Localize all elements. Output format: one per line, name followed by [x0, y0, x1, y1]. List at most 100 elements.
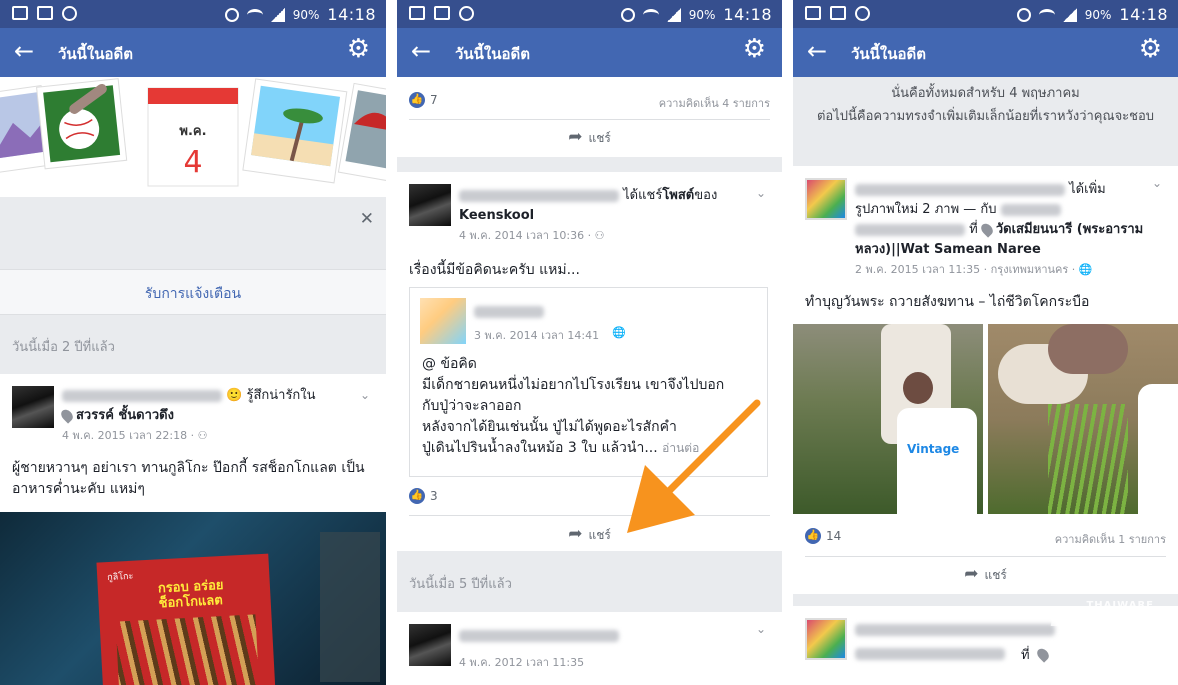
watermark-logo: THAIWARE Tips	[1024, 590, 1164, 680]
comment-count[interactable]: ความคิดเห็น 1 รายการ	[1055, 530, 1166, 548]
post-photo-1[interactable]: Vintage	[793, 324, 983, 514]
app-header: ← วันนี้ในอดีต ⚙	[793, 28, 1178, 77]
sync-icon	[62, 6, 77, 21]
chevron-down-icon[interactable]: ⌄	[756, 186, 766, 200]
status-bar: 90% 14:18	[793, 0, 1178, 28]
memories-banner: พ.ค. 4	[0, 77, 386, 197]
pocky-sticks	[115, 614, 260, 685]
chevron-down-icon[interactable]: ⌄	[1152, 176, 1162, 190]
status-bar: 90% 14:18	[397, 0, 782, 28]
signal-icon	[1062, 7, 1077, 22]
settings-gear-icon[interactable]: ⚙	[1139, 34, 1162, 64]
watermark-text: Tips	[1048, 610, 1156, 664]
like-icon: 👍	[409, 488, 425, 504]
snack-box: กูลิโกะ กรอบ อร่อยช็อกโกแลต	[96, 553, 276, 685]
author-name-blurred[interactable]	[459, 189, 619, 202]
tagged-name-blurred[interactable]	[855, 223, 965, 236]
post-timestamp[interactable]: 2 พ.ค. 2015 เวลา 11:35 · กรุงเทพมหานคร ·	[855, 263, 1075, 276]
section-header-5-years: วันนี้เมื่อ 5 ปีที่แล้ว	[409, 577, 512, 592]
post-photo-2[interactable]	[988, 324, 1178, 514]
chevron-down-icon[interactable]: ⌄	[360, 388, 370, 402]
image-icon	[805, 6, 821, 20]
divider	[409, 119, 770, 120]
share-button[interactable]: ➦ แชร์	[397, 127, 782, 148]
app-header: ← วันนี้ในอดีต ⚙	[397, 28, 782, 77]
share-label: แชร์	[984, 568, 1007, 582]
like-count[interactable]: 3	[430, 489, 438, 503]
post-timestamp[interactable]: 4 พ.ค. 2014 เวลา 10:36	[459, 229, 584, 242]
cow-head-2	[1048, 324, 1128, 374]
like-count[interactable]: 14	[826, 529, 841, 543]
shared-of: ของ	[694, 188, 718, 203]
page-title: วันนี้ในอดีต	[455, 45, 530, 63]
end-message-line2: ต่อไปนี้คือความทรงจำเพิ่มเติมเล็กน้อยที่…	[816, 109, 1155, 124]
avatar[interactable]	[12, 386, 54, 428]
signal-icon	[270, 7, 285, 22]
chevron-down-icon[interactable]: ⌄	[756, 622, 766, 636]
globe-icon: 🌐	[1075, 263, 1093, 276]
section-header-2-years: วันนี้เมื่อ 2 ปีที่แล้ว	[12, 340, 115, 355]
share-label: แชร์	[588, 131, 611, 145]
image-icon	[409, 6, 425, 20]
shirt-text: Vintage	[907, 442, 960, 456]
notify-row: รับการแจ้งเตือน	[0, 269, 386, 315]
avatar[interactable]	[805, 178, 847, 220]
back-icon[interactable]: ←	[14, 36, 34, 66]
place-link[interactable]: สวรรค์ ชั้นดาวดึง	[76, 408, 174, 423]
status-bar: 90% 14:18	[0, 0, 386, 28]
wifi-icon	[642, 8, 659, 21]
close-icon[interactable]: ✕	[360, 209, 374, 229]
post-text: ผู้ชายหวานๆ อย่าเรา ทานกูลิโกะ ป๊อกกี้ ร…	[12, 460, 365, 497]
share-arrow-icon: ➦	[568, 524, 583, 544]
battery-level: 90%	[688, 7, 716, 22]
post-timestamp[interactable]: 4 พ.ค. 2015 เวลา 22:18	[62, 429, 187, 442]
calendar-day: 4	[183, 145, 202, 180]
post-header: ได้เพิ่ม รูปภาพใหม่ 2 ภาพ — กับ ที่ วัดเ…	[855, 180, 1151, 280]
battery-level: 90%	[1084, 7, 1112, 22]
page-name-blurred	[474, 306, 544, 318]
avatar[interactable]	[409, 624, 451, 666]
location-pin-icon	[978, 221, 995, 238]
friends-audience-icon: · ⚇	[187, 429, 208, 442]
clock: 14:18	[327, 5, 376, 24]
signal-icon	[666, 7, 681, 22]
author-name-blurred[interactable]	[459, 630, 619, 642]
tagged-name-blurred[interactable]	[1000, 203, 1061, 216]
sync-icon	[855, 6, 870, 21]
author-name-blurred[interactable]	[62, 389, 222, 402]
settings-gear-icon[interactable]: ⚙	[347, 34, 370, 64]
author-name-blurred[interactable]	[855, 183, 1065, 196]
back-icon[interactable]: ←	[411, 36, 431, 66]
sync-icon	[459, 6, 474, 21]
memory-post-card: ได้เพิ่ม รูปภาพใหม่ 2 ภาพ — กับ ที่ วัดเ…	[793, 166, 1178, 594]
avatar[interactable]	[409, 184, 451, 226]
shared-prefix: ได้แชร์	[623, 188, 663, 203]
get-notifications-link[interactable]: รับการแจ้งเตือน	[0, 283, 386, 305]
tagged-name-blurred[interactable]	[855, 648, 1005, 660]
post-timestamp[interactable]: 4 พ.ค. 2012 เวลา 11:35	[459, 653, 584, 671]
shared-post-link[interactable]: โพสต์	[662, 188, 694, 203]
page-link[interactable]: Keenskool	[459, 208, 534, 223]
pointer-arrow-annotation	[627, 399, 761, 533]
like-count[interactable]: 7	[430, 93, 438, 107]
mail-icon	[434, 6, 450, 20]
post-text: ทำบุญวันพระ ถวายสังฆทาน – ไถ่ชีวิตโคกระบ…	[805, 294, 1090, 310]
post-photo[interactable]: กูลิโกะ กรอบ อร่อยช็อกโกแลต	[0, 512, 386, 685]
box-title: กรอบ อร่อยช็อกโกแลต	[157, 577, 224, 612]
share-button[interactable]: ➦ แชร์	[793, 564, 1178, 585]
wifi-icon	[246, 8, 263, 21]
notification-prompt: ✕	[0, 197, 386, 269]
alarm-icon	[1016, 7, 1031, 22]
comment-count[interactable]: ความคิดเห็น 4 รายการ	[659, 94, 770, 112]
previous-post-footer: 👍 7 ความคิดเห็น 4 รายการ ➦ แชร์	[397, 77, 782, 157]
settings-gear-icon[interactable]: ⚙	[743, 34, 766, 64]
memory-post-card: 🙂 รู้สึกน่ารักใน สวรรค์ ชั้นดาวดึง 4 พ.ค…	[0, 374, 386, 685]
child-head	[903, 372, 933, 404]
calendar-month: พ.ค.	[179, 124, 206, 139]
share-arrow-icon: ➦	[964, 564, 979, 584]
avatar[interactable]	[805, 618, 847, 660]
feeling-emoji: 🙂	[226, 388, 243, 403]
box-brand: กูลิโกะ	[107, 571, 134, 584]
banner-illustration: พ.ค. 4	[0, 78, 386, 187]
back-icon[interactable]: ←	[807, 36, 827, 66]
